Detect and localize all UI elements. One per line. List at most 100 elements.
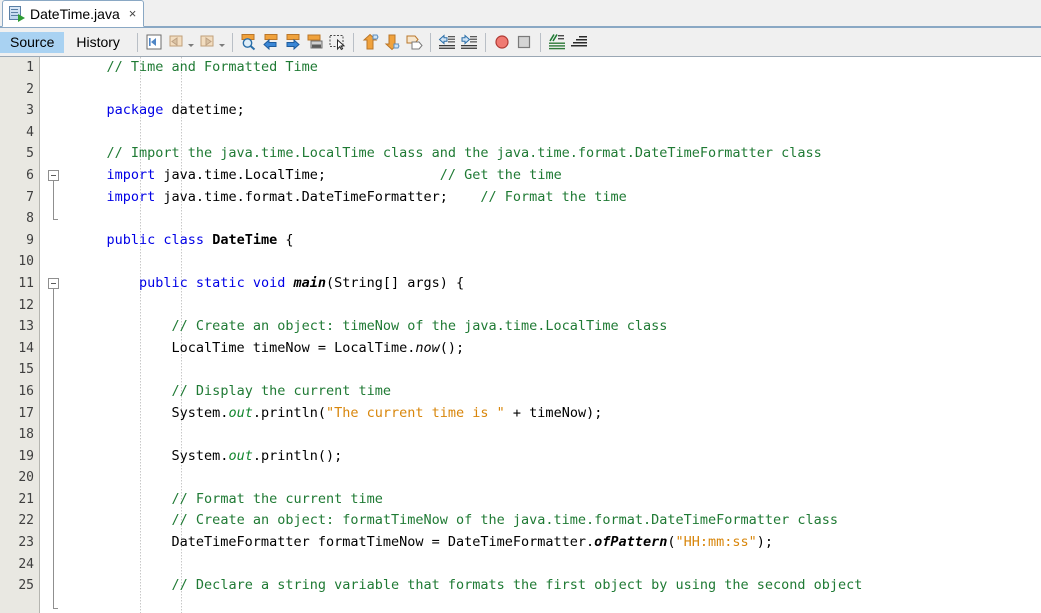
code-token: DateTimeFormatter formatTimeNow = DateTi… [74,534,595,551]
toolbar-separator [352,32,354,52]
tab-history[interactable]: History [66,32,130,53]
code-token: datetime; [163,102,245,119]
code-line[interactable]: System.out.println(); [66,446,1041,468]
source-code-area[interactable]: // Time and Formatted Time package datet… [66,57,1041,613]
code-token: // Time and Formatted Time [106,59,318,75]
code-line[interactable]: // Create an object: formatTimeNow of th… [66,510,1041,532]
code-fold-bar[interactable] [40,57,66,613]
line-number: 5 [26,146,34,162]
code-token: // Format the current time [171,490,383,507]
code-token: public static void [139,274,286,291]
back-icon[interactable] [165,31,187,53]
code-line[interactable] [66,79,1041,101]
code-line[interactable]: // Display the current time [66,381,1041,403]
code-token: // Format the time [480,188,627,205]
toolbar-separator [231,32,233,52]
start-macro-recording-icon[interactable] [491,31,513,53]
shift-line-right-icon[interactable] [458,31,480,53]
editor-tab-strip: DateTime.java × [0,0,1041,28]
toolbar-separator [484,32,486,52]
toggle-rectangular-selection-icon[interactable] [326,31,348,53]
line-number: 10 [18,254,34,270]
code-line[interactable]: import java.time.LocalTime; // Get the t… [66,165,1041,187]
editor-tab-datetime-java[interactable]: DateTime.java × [2,0,145,27]
line-number: 23 [18,535,34,551]
code-line[interactable]: // Create an object: timeNow of the java… [66,316,1041,338]
line-number: 6 [26,167,34,183]
code-line[interactable]: import java.time.format.DateTimeFormatte… [66,187,1041,209]
toggle-bookmark-icon[interactable] [403,31,425,53]
toolbar-separator [429,32,431,52]
line-number: 4 [26,124,34,140]
fold-range-line [53,289,54,608]
code-line[interactable]: package datetime; [66,100,1041,122]
code-line[interactable]: System.out.println("The current time is … [66,403,1041,425]
code-line[interactable]: // Import the java.time.LocalTime class … [66,143,1041,165]
find-previous-icon[interactable] [260,31,282,53]
uncomment-icon[interactable] [568,31,590,53]
code-line[interactable]: public static void main(String[] args) { [66,273,1041,295]
line-number: 9 [26,232,34,248]
code-line[interactable] [66,359,1041,381]
last-edit-icon[interactable] [143,31,165,53]
next-bookmark-icon[interactable] [381,31,403,53]
code-line[interactable] [66,122,1041,144]
code-token: // Declare a string variable that format… [171,577,863,594]
code-line[interactable]: public class DateTime { [66,230,1041,252]
line-number: 8 [26,211,34,227]
code-line[interactable]: LocalTime timeNow = LocalTime.now(); [66,338,1041,360]
forward-icon[interactable] [196,31,218,53]
previous-bookmark-icon[interactable] [359,31,381,53]
code-editor[interactable]: 1 2 3 4 5 6 7 8 9 10 11 12 13 14 15 16 17 18 19 20 21 22 23 24 2… [0,57,1041,613]
code-line[interactable] [66,424,1041,446]
comment-icon[interactable] [546,31,568,53]
line-number: 20 [18,470,34,486]
code-token: { [277,231,294,248]
find-next-icon[interactable] [282,31,304,53]
code-line[interactable]: // Format the current time [66,489,1041,511]
code-token: System. [74,404,229,421]
shift-line-left-icon[interactable] [436,31,458,53]
code-line[interactable]: DateTimeFormatter formatTimeNow = DateTi… [66,532,1041,554]
toggle-highlight-search-icon[interactable] [304,31,326,53]
code-token: java.time.LocalTime; [155,166,440,183]
code-line[interactable] [66,467,1041,489]
fold-range-line [53,181,54,220]
code-line[interactable]: // Declare a string variable that format… [66,575,1041,597]
code-line[interactable] [66,251,1041,273]
back-dropdown-caret[interactable] [187,31,196,53]
tab-source[interactable]: Source [0,31,65,53]
code-line[interactable] [66,295,1041,317]
code-token: import [106,188,156,205]
line-number: 15 [18,362,34,378]
code-token: (String[] args) { [326,274,465,291]
line-number-gutter: 1 2 3 4 5 6 7 8 9 10 11 12 13 14 15 16 17 18 19 20 21 22 23 24 2… [0,57,40,613]
fold-toggle-icon[interactable] [48,278,59,289]
code-line[interactable] [66,208,1041,230]
line-number: 17 [18,405,34,421]
tab-history-label: History [76,34,120,50]
code-token: // Create an object: timeNow of the java… [171,318,668,335]
code-token: "The current time is " [325,404,505,421]
forward-dropdown-caret[interactable] [218,31,227,53]
line-number: 16 [18,383,34,399]
close-icon[interactable]: × [129,7,137,20]
stop-macro-recording-icon[interactable] [513,31,535,53]
code-token: public class [106,231,205,248]
fold-toggle-icon[interactable] [48,170,59,181]
code-token: java.time.format.DateTimeFormatter; [155,188,481,205]
code-line[interactable]: // Time and Formatted Time [66,57,1041,79]
code-token: // Import the java.time.LocalTime class … [106,145,822,162]
line-number: 1 [26,60,34,75]
toolbar-separator [136,32,138,52]
code-line[interactable] [66,554,1041,576]
find-selection-icon[interactable] [238,31,260,53]
code-token: now [415,339,440,356]
